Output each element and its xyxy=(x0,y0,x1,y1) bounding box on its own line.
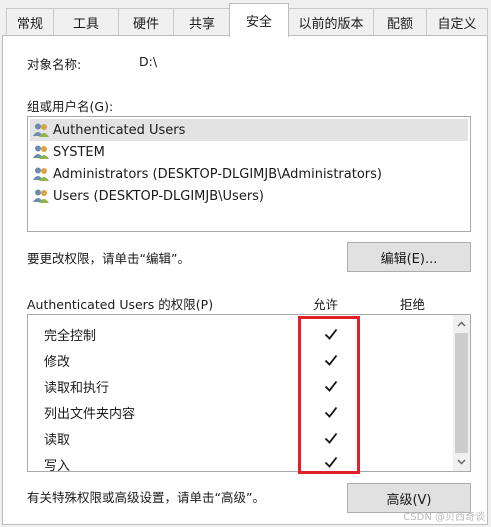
advanced-hint: 有关特殊权限或高级设置，请单击“高级”。 xyxy=(27,490,265,505)
group-label: Administrators (DESKTOP-DLGIMJB\Administ… xyxy=(53,166,382,182)
tab-hardware[interactable]: 硬件 xyxy=(118,8,174,35)
permission-write: 写入 xyxy=(44,459,71,474)
object-name-label: 对象名称: xyxy=(27,57,82,72)
user-group-icon xyxy=(33,167,49,181)
deny-column-header: 拒绝 xyxy=(400,297,426,312)
group-label: Authenticated Users xyxy=(53,122,186,138)
group-authenticated-users[interactable]: Authenticated Users xyxy=(30,119,468,141)
permissions-scrollbar[interactable] xyxy=(453,315,470,471)
scroll-down-icon[interactable] xyxy=(456,456,467,467)
permission-full-control: 完全控制 xyxy=(44,329,97,344)
groups-label: 组或用户名(G): xyxy=(27,99,114,114)
permission-read: 读取 xyxy=(44,433,71,448)
permission-list-folder: 列出文件夹内容 xyxy=(44,407,136,422)
group-users[interactable]: Users (DESKTOP-DLGIMJB\Users) xyxy=(32,185,264,207)
groups-listbox[interactable]: Authenticated Users SYSTEM Administrator… xyxy=(27,116,471,232)
allow-column-highlight xyxy=(298,316,360,474)
tab-strip: 常规 工具 硬件 共享 安全 以前的版本 配额 自定义 xyxy=(0,0,491,37)
permissions-list[interactable]: 完全控制 修改 读取和执行 列出文件夹内容 读取 写入 xyxy=(27,314,471,474)
change-permissions-hint: 要更改权限，请单击“编辑”。 xyxy=(27,251,190,266)
edit-button[interactable]: 编辑(E)... xyxy=(347,242,471,272)
group-label: SYSTEM xyxy=(53,144,105,160)
tab-security[interactable]: 安全 xyxy=(229,3,289,37)
permissions-title: Authenticated Users 的权限(P) xyxy=(27,297,214,312)
group-administrators[interactable]: Administrators (DESKTOP-DLGIMJB\Administ… xyxy=(32,163,382,185)
tab-customize[interactable]: 自定义 xyxy=(426,8,488,35)
tab-sharing[interactable]: 共享 xyxy=(173,8,231,35)
object-name-value: D:\ xyxy=(139,54,158,69)
group-label: Users (DESKTOP-DLGIMJB\Users) xyxy=(53,188,265,204)
tab-tools[interactable]: 工具 xyxy=(53,8,119,35)
scroll-up-icon[interactable] xyxy=(456,319,467,330)
user-group-icon xyxy=(33,189,49,203)
user-group-icon xyxy=(33,123,49,137)
permission-modify: 修改 xyxy=(44,355,71,370)
tab-previous-versions[interactable]: 以前的版本 xyxy=(288,8,374,35)
permission-read-execute: 读取和执行 xyxy=(44,381,110,396)
group-system[interactable]: SYSTEM xyxy=(32,141,105,163)
user-group-icon xyxy=(33,145,49,159)
tab-general[interactable]: 常规 xyxy=(6,8,54,35)
scroll-thumb[interactable] xyxy=(455,333,468,453)
watermark: CSDN @贝西奇谈 xyxy=(403,512,485,523)
tab-quota[interactable]: 配额 xyxy=(373,8,427,35)
allow-column-header: 允许 xyxy=(313,297,339,312)
